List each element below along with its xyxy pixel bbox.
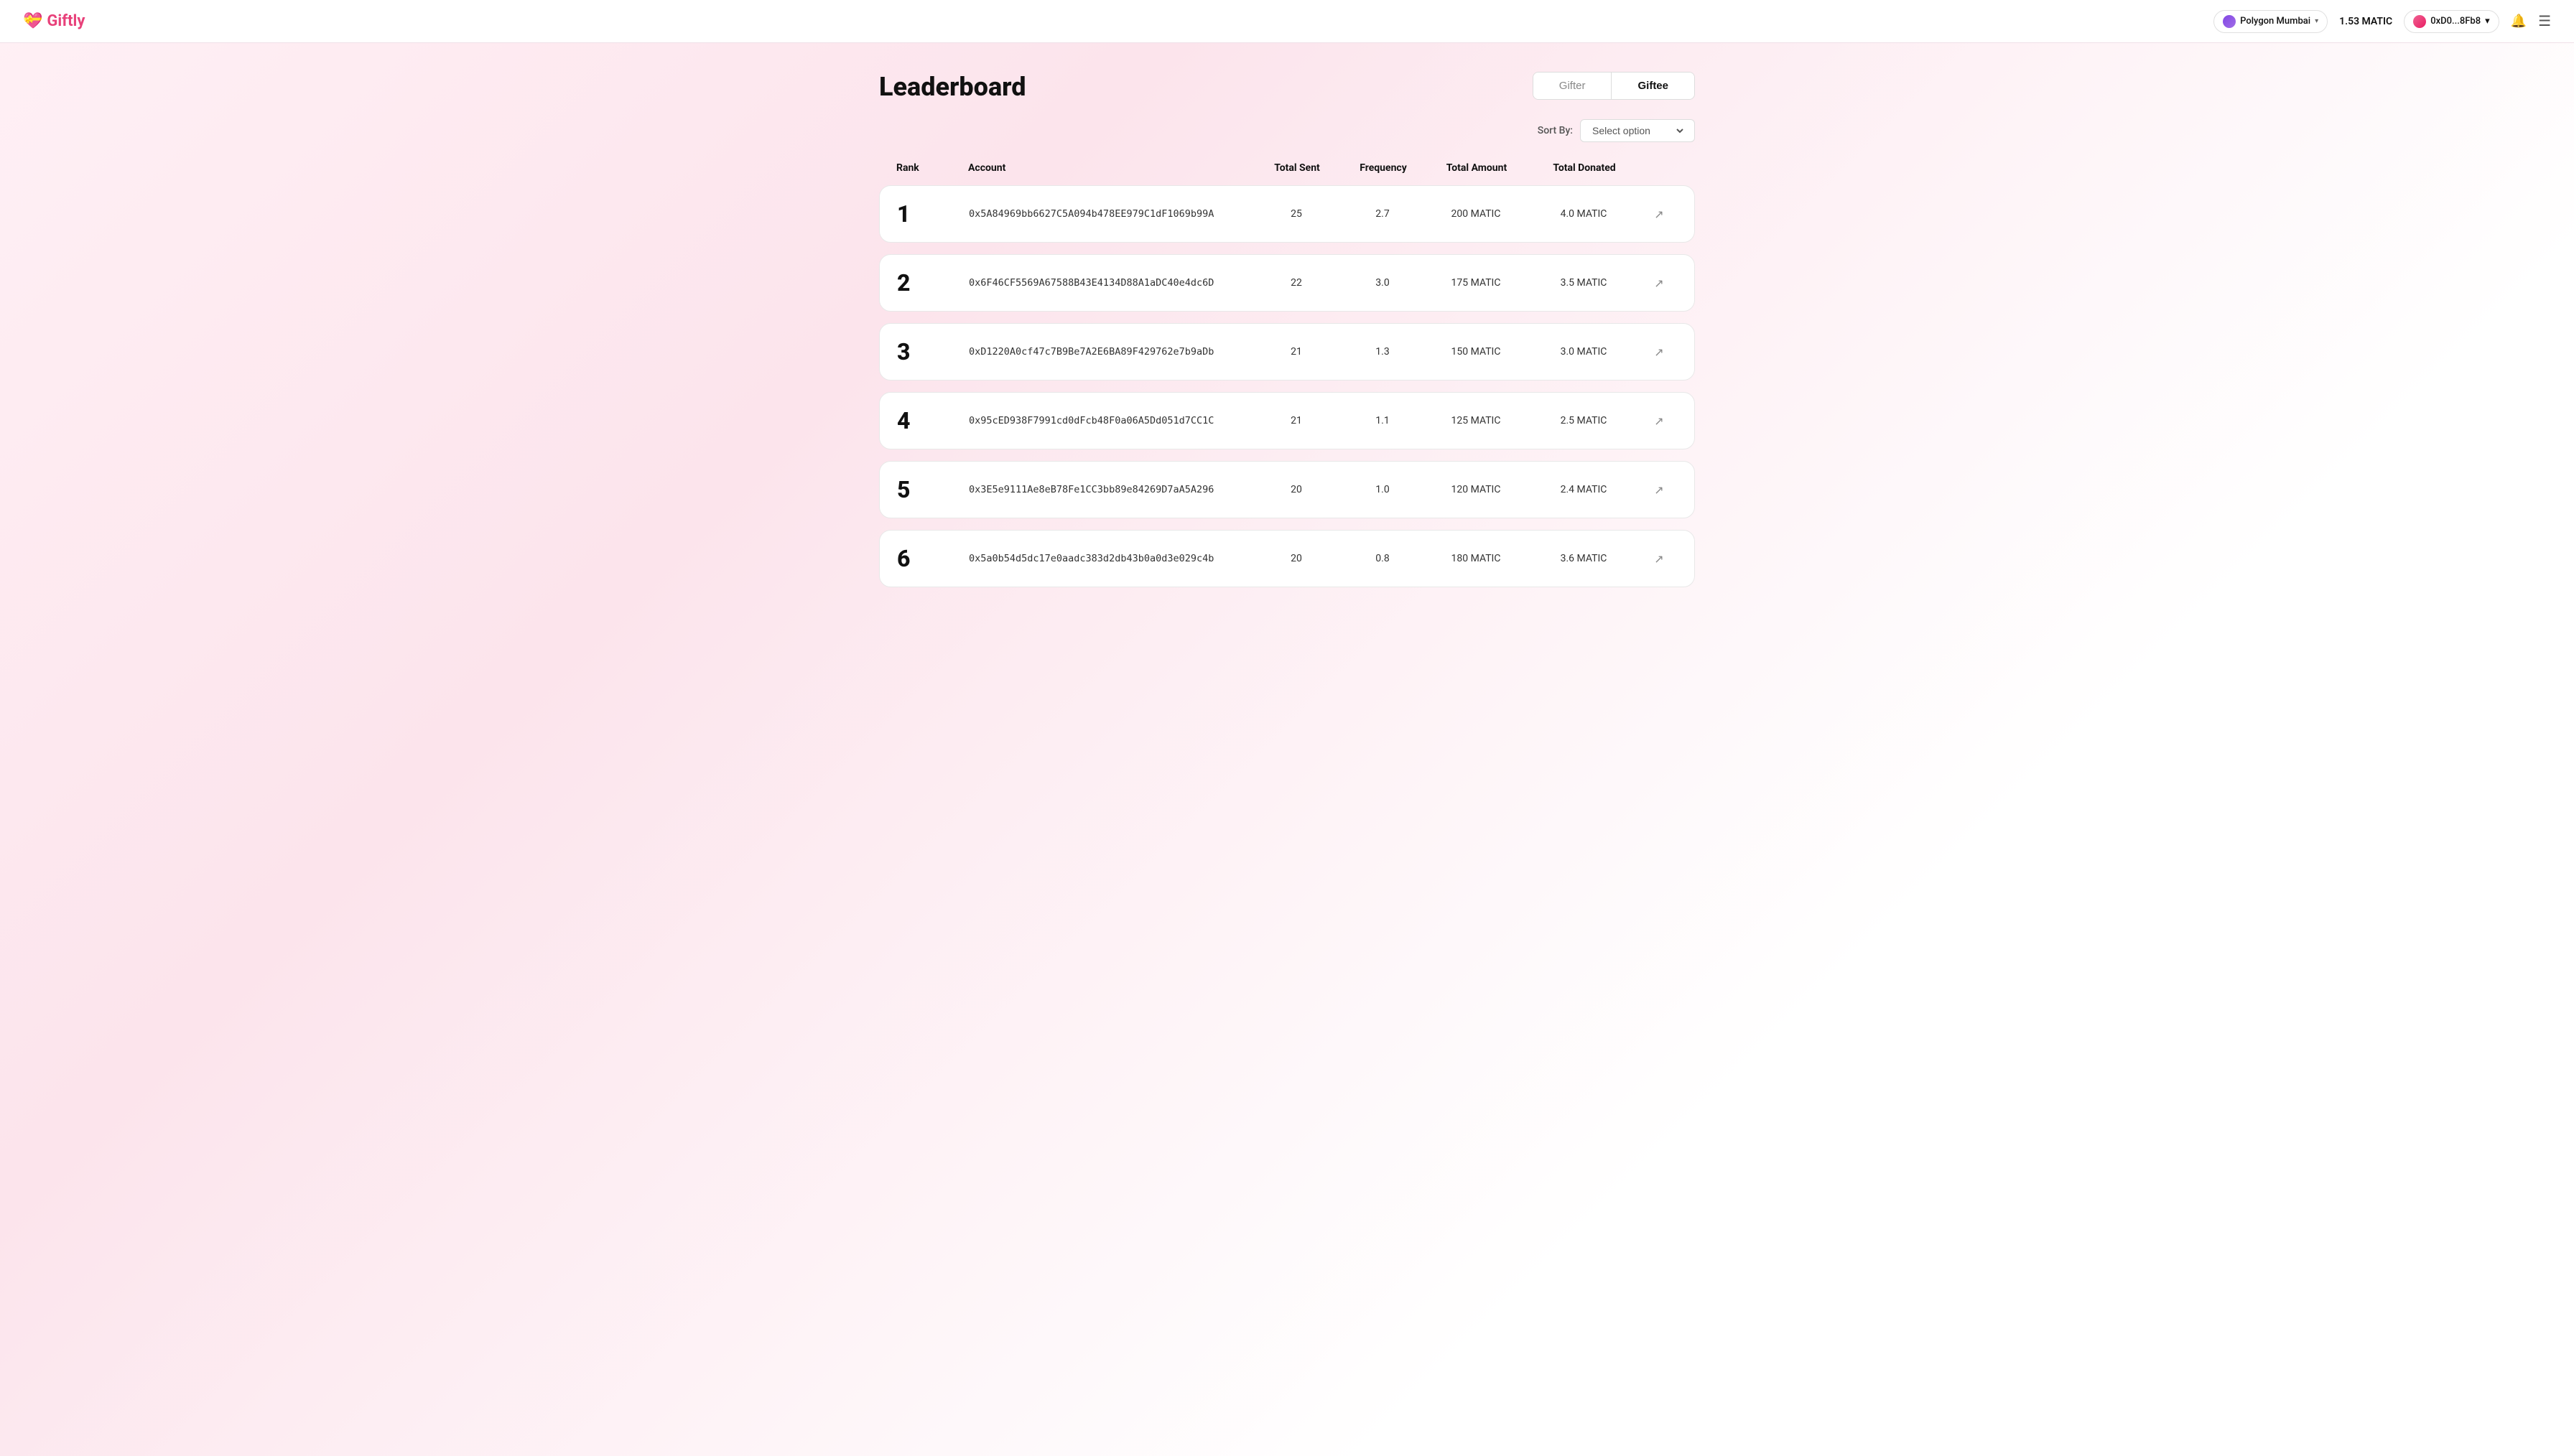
total-amount-value: 175 MATIC — [1426, 277, 1526, 289]
chevron-down-icon: ▾ — [2485, 16, 2490, 27]
table-row[interactable]: 4 0x95cED938F7991cd0dFcb48F0a06A5Dd051d7… — [879, 392, 1695, 449]
total-amount-value: 120 MATIC — [1426, 484, 1526, 495]
sort-by-label: Sort By: — [1538, 125, 1573, 136]
rank-number: 2 — [897, 269, 969, 297]
header-row: Leaderboard Gifter Giftee — [879, 72, 1695, 102]
total-amount-value: 180 MATIC — [1426, 553, 1526, 564]
table-row[interactable]: 1 0x5A84969bb6627C5A094b478EE979C1dF1069… — [879, 185, 1695, 243]
total-amount-value: 200 MATIC — [1426, 208, 1526, 220]
total-amount-value: 125 MATIC — [1426, 415, 1526, 426]
col-header-frequency: Frequency — [1340, 162, 1426, 174]
sort-row: Sort By: Select option Total Sent Freque… — [879, 119, 1695, 142]
balance-display: 1.53 MATIC — [2339, 16, 2392, 27]
sort-select-input[interactable]: Select option Total Sent Frequency Total… — [1589, 124, 1686, 137]
account-address: 0x5a0b54d5dc17e0aadc383d2db43b0a0d3e029c… — [969, 553, 1253, 564]
external-link-icon[interactable]: ↗ — [1641, 276, 1677, 290]
col-header-rank: Rank — [896, 162, 968, 174]
network-selector[interactable]: Polygon Mumbai ▾ — [2213, 10, 2328, 33]
network-label: Polygon Mumbai — [2240, 16, 2310, 27]
frequency-value: 1.3 — [1339, 346, 1426, 358]
table-row[interactable]: 3 0xD1220A0cf47c7B9Be7A2E6BA89F429762e7b… — [879, 323, 1695, 381]
col-header-total-sent: Total Sent — [1254, 162, 1340, 174]
sort-select-wrapper[interactable]: Select option Total Sent Frequency Total… — [1580, 119, 1695, 142]
account-address: 0xD1220A0cf47c7B9Be7A2E6BA89F429762e7b9a… — [969, 346, 1253, 358]
logo-icon: 💝 — [23, 12, 42, 30]
external-link-icon[interactable]: ↗ — [1641, 552, 1677, 566]
main-content: Leaderboard Gifter Giftee Sort By: Selec… — [856, 43, 1718, 627]
total-sent-value: 21 — [1253, 415, 1339, 426]
total-sent-value: 22 — [1253, 277, 1339, 289]
total-donated-value: 3.5 MATIC — [1526, 277, 1641, 289]
rank-number: 5 — [897, 476, 969, 503]
account-address: 0x3E5e9111Ae8eB78Fe1CC3bb89e84269D7aA5A2… — [969, 484, 1253, 495]
giftee-tab[interactable]: Giftee — [1611, 73, 1694, 99]
external-link-icon[interactable]: ↗ — [1641, 345, 1677, 359]
wallet-selector[interactable]: 0xD0...8Fb8 ▾ — [2404, 10, 2499, 33]
total-donated-value: 2.5 MATIC — [1526, 415, 1641, 426]
external-link-icon[interactable]: ↗ — [1641, 414, 1677, 428]
table-header: Rank Account Total Sent Frequency Total … — [879, 157, 1695, 179]
total-sent-value: 20 — [1253, 553, 1339, 564]
logo[interactable]: 💝 Giftly — [23, 12, 85, 30]
account-address: 0x95cED938F7991cd0dFcb48F0a06A5Dd051d7CC… — [969, 415, 1253, 426]
menu-button[interactable]: ☰ — [2538, 12, 2551, 30]
total-donated-value: 2.4 MATIC — [1526, 484, 1641, 495]
table-row[interactable]: 6 0x5a0b54d5dc17e0aadc383d2db43b0a0d3e02… — [879, 530, 1695, 587]
wallet-address: 0xD0...8Fb8 — [2430, 16, 2481, 27]
rank-number: 1 — [897, 200, 969, 228]
gifter-tab[interactable]: Gifter — [1533, 73, 1612, 99]
rank-number: 6 — [897, 545, 969, 572]
total-donated-value: 3.0 MATIC — [1526, 346, 1641, 358]
total-sent-value: 21 — [1253, 346, 1339, 358]
total-donated-value: 4.0 MATIC — [1526, 208, 1641, 220]
total-amount-value: 150 MATIC — [1426, 346, 1526, 358]
external-link-icon[interactable]: ↗ — [1641, 207, 1677, 221]
table-row[interactable]: 5 0x3E5e9111Ae8eB78Fe1CC3bb89e84269D7aA5… — [879, 461, 1695, 518]
external-link-icon[interactable]: ↗ — [1641, 483, 1677, 497]
logo-text: Giftly — [47, 12, 85, 30]
frequency-value: 2.7 — [1339, 208, 1426, 220]
account-address: 0x5A84969bb6627C5A094b478EE979C1dF1069b9… — [969, 208, 1253, 220]
total-donated-value: 3.6 MATIC — [1526, 553, 1641, 564]
notifications-button[interactable]: 🔔 — [2511, 14, 2527, 29]
total-sent-value: 25 — [1253, 208, 1339, 220]
col-header-total-amount: Total Amount — [1426, 162, 1527, 174]
col-header-account: Account — [968, 162, 1254, 174]
navbar: 💝 Giftly Polygon Mumbai ▾ 1.53 MATIC 0xD… — [0, 0, 2574, 43]
frequency-value: 1.1 — [1339, 415, 1426, 426]
navbar-right: Polygon Mumbai ▾ 1.53 MATIC 0xD0...8Fb8 … — [2213, 10, 2551, 33]
gifter-giftee-toggle: Gifter Giftee — [1533, 72, 1695, 100]
account-address: 0x6F46CF5569A67588B43E4134D88A1aDC40e4dc… — [969, 277, 1253, 289]
page-title: Leaderboard — [879, 72, 1026, 102]
table-row[interactable]: 2 0x6F46CF5569A67588B43E4134D88A1aDC40e4… — [879, 254, 1695, 312]
col-header-total-donated: Total Donated — [1527, 162, 1642, 174]
wallet-icon — [2413, 15, 2426, 28]
chevron-down-icon: ▾ — [2315, 17, 2318, 25]
leaderboard-list: 1 0x5A84969bb6627C5A094b478EE979C1dF1069… — [879, 185, 1695, 587]
rank-number: 3 — [897, 338, 969, 365]
total-sent-value: 20 — [1253, 484, 1339, 495]
frequency-value: 0.8 — [1339, 553, 1426, 564]
rank-number: 4 — [897, 407, 969, 434]
frequency-value: 1.0 — [1339, 484, 1426, 495]
frequency-value: 3.0 — [1339, 277, 1426, 289]
polygon-icon — [2223, 15, 2236, 28]
